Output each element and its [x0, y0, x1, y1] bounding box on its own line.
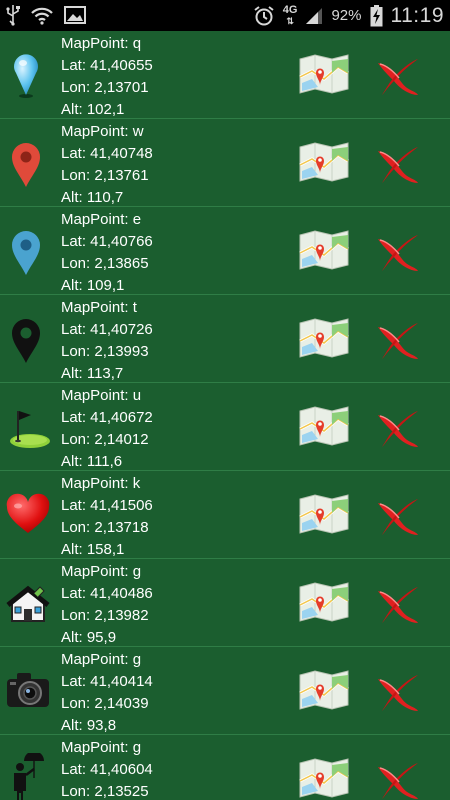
heart-icon: [4, 489, 52, 541]
clock: 11:19: [390, 3, 444, 27]
point-lon: Lon: 2,13865: [61, 255, 149, 272]
mappoint-row[interactable]: MapPoint: w Lat: 41,40748 Lon: 2,13761 A…: [0, 119, 450, 207]
mappoint-row[interactable]: MapPoint: g Lat: 41,40486 Lon: 2,13982 A…: [0, 559, 450, 647]
point-lat: Lat: 41,40766: [61, 233, 153, 250]
wifi-icon: [30, 5, 54, 25]
delete-x-icon[interactable]: [374, 407, 422, 449]
point-name: MapPoint: e: [61, 211, 142, 228]
mappoint-row[interactable]: MapPoint: e Lat: 41,40766 Lon: 2,13865 A…: [0, 207, 450, 295]
status-bar: 4G ⇅ 92% 11:19: [0, 0, 450, 31]
map-icon[interactable]: [298, 669, 350, 711]
point-lon: Lon: 2,13761: [61, 167, 149, 184]
point-lat: Lat: 41,40486: [61, 585, 153, 602]
point-alt: Alt: 110,7: [61, 189, 124, 206]
point-lon: Lon: 2,13525: [61, 783, 149, 800]
map-icon[interactable]: [298, 53, 350, 95]
map-icon[interactable]: [298, 581, 350, 623]
point-lat: Lat: 41,41506: [61, 497, 153, 514]
map-icon[interactable]: [298, 757, 350, 799]
point-name: MapPoint: g: [61, 563, 142, 580]
point-name: MapPoint: k: [61, 475, 141, 492]
point-lat: Lat: 41,40604: [61, 761, 153, 778]
black-marker-icon: [4, 313, 52, 365]
light-blue-pin-icon: [4, 49, 52, 101]
point-lon: Lon: 2,13701: [61, 79, 149, 96]
delete-x-icon[interactable]: [374, 495, 422, 537]
point-name: MapPoint: t: [61, 299, 137, 316]
house-icon: [4, 577, 52, 629]
point-lat: Lat: 41,40726: [61, 321, 153, 338]
mappoint-row[interactable]: MapPoint: k Lat: 41,41506 Lon: 2,13718 A…: [0, 471, 450, 559]
golf-flag-icon: [4, 401, 52, 453]
mappoint-row[interactable]: MapPoint: q Lat: 41,40655 Lon: 2,13701 A…: [0, 31, 450, 119]
point-lat: Lat: 41,40672: [61, 409, 153, 426]
mappoint-list: MapPoint: q Lat: 41,40655 Lon: 2,13701 A…: [0, 31, 450, 800]
map-icon[interactable]: [298, 493, 350, 535]
delete-x-icon[interactable]: [374, 143, 422, 185]
point-lon: Lon: 2,13993: [61, 343, 149, 360]
point-lon: Lon: 2,14012: [61, 431, 149, 448]
camera-icon: [4, 665, 52, 717]
network-type: 4G ⇅: [282, 3, 298, 26]
point-alt: Alt: 111,6: [61, 453, 123, 470]
mappoint-row[interactable]: MapPoint: t Lat: 41,40726 Lon: 2,13993 A…: [0, 295, 450, 383]
point-alt: Alt: 113,7: [61, 365, 124, 382]
map-icon[interactable]: [298, 317, 350, 359]
point-alt: Alt: 158,1: [61, 541, 125, 558]
mappoint-row[interactable]: MapPoint: g Lat: 41,40604 Lon: 2,13525: [0, 735, 450, 800]
map-icon[interactable]: [298, 141, 350, 183]
delete-x-icon[interactable]: [374, 671, 422, 713]
point-name: MapPoint: g: [61, 651, 142, 668]
delete-x-icon[interactable]: [374, 759, 422, 800]
image-icon: [64, 6, 86, 24]
point-name: MapPoint: w: [61, 123, 144, 140]
red-marker-icon: [4, 137, 52, 189]
battery-percent: 92%: [331, 7, 362, 24]
blue-marker-icon: [4, 225, 52, 277]
mappoint-row[interactable]: MapPoint: g Lat: 41,40414 Lon: 2,14039 A…: [0, 647, 450, 735]
point-lat: Lat: 41,40655: [61, 57, 153, 74]
battery-charging-icon: [370, 4, 383, 27]
point-lat: Lat: 41,40748: [61, 145, 153, 162]
map-icon[interactable]: [298, 405, 350, 447]
delete-x-icon[interactable]: [374, 55, 422, 97]
map-icon[interactable]: [298, 229, 350, 271]
point-alt: Alt: 102,1: [61, 101, 125, 118]
point-alt: Alt: 93,8: [61, 717, 117, 734]
point-lat: Lat: 41,40414: [61, 673, 153, 690]
delete-x-icon[interactable]: [374, 231, 422, 273]
point-alt: Alt: 95,9: [61, 629, 117, 646]
person-umbrella-icon: [4, 753, 52, 800]
usb-icon: [6, 4, 20, 26]
point-lon: Lon: 2,14039: [61, 695, 149, 712]
alarm-icon: [253, 5, 275, 27]
point-name: MapPoint: u: [61, 387, 142, 404]
point-lon: Lon: 2,13718: [61, 519, 149, 536]
signal-icon: [305, 7, 323, 25]
delete-x-icon[interactable]: [374, 583, 422, 625]
point-name: MapPoint: q: [61, 35, 142, 52]
point-lon: Lon: 2,13982: [61, 607, 149, 624]
point-name: MapPoint: g: [61, 739, 142, 756]
point-alt: Alt: 109,1: [61, 277, 125, 294]
delete-x-icon[interactable]: [374, 319, 422, 361]
mappoint-row[interactable]: MapPoint: u Lat: 41,40672 Lon: 2,14012 A…: [0, 383, 450, 471]
